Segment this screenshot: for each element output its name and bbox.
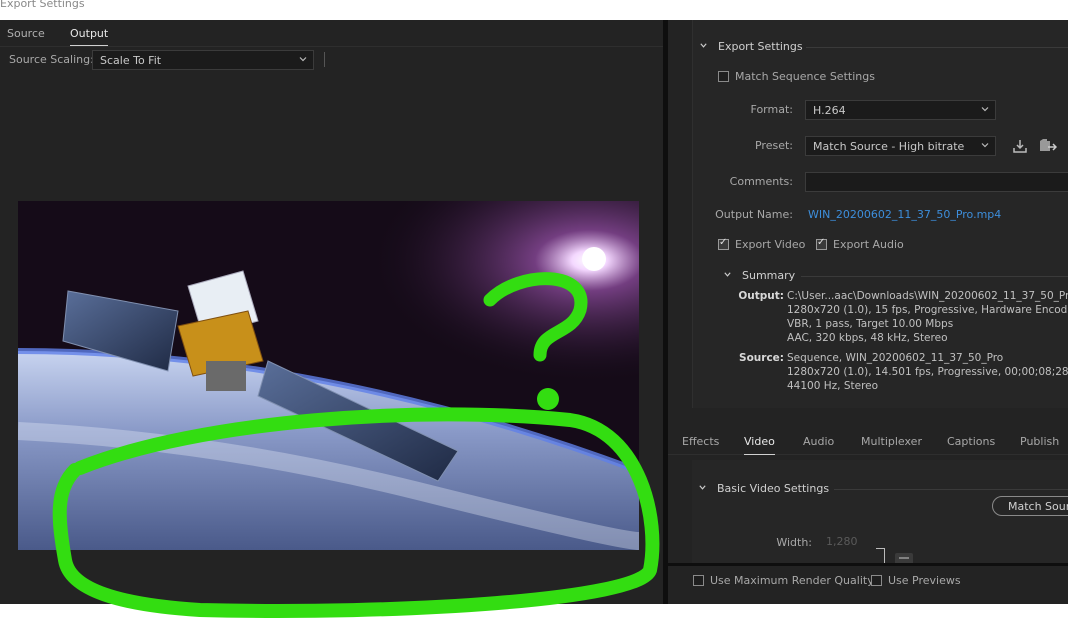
use-previews-label: Use Previews — [888, 574, 961, 587]
basic-video-header: Basic Video Settings — [717, 482, 830, 495]
summary-source-line: Sequence, WIN_20200602_11_37_50_Pro — [787, 352, 1004, 364]
summary-rule — [801, 276, 1068, 277]
tab-publish[interactable]: Publish — [1020, 435, 1059, 448]
basic-video-section: Basic Video Settings Match Sourc Width: … — [692, 460, 1068, 564]
save-preset-icon[interactable] — [1012, 138, 1028, 154]
tab-multiplexer[interactable]: Multiplexer — [861, 435, 922, 448]
format-dropdown[interactable]: H.264 — [805, 100, 996, 120]
comments-label: Comments: — [729, 175, 793, 188]
export-settings-section: Export Settings Match Sequence Settings … — [692, 20, 1068, 408]
chevron-down-icon[interactable] — [699, 41, 708, 50]
preset-label: Preset: — [754, 139, 793, 152]
format-label: Format: — [750, 103, 793, 116]
summary-source-line: 44100 Hz, Stereo — [787, 380, 879, 392]
tab-output[interactable]: Output — [70, 27, 109, 46]
preset-value: Match Source - High bitrate — [813, 140, 965, 153]
summary-output-block: C:\User...aac\Downloads\WIN_20200602_11_… — [787, 289, 1068, 345]
summary-source-line: 1280x720 (1.0), 14.501 fps, Progressive,… — [787, 366, 1068, 378]
link-icon[interactable] — [894, 552, 914, 563]
settings-tabs: Effects Video Audio Multiplexer Captions… — [668, 428, 1068, 455]
source-scaling-label: Source Scaling: — [9, 53, 94, 66]
summary-header: Summary — [742, 269, 796, 282]
title-bar: Export Settings — [0, 0, 1068, 20]
import-preset-icon[interactable] — [1039, 138, 1057, 154]
basic-video-rule — [834, 489, 1068, 490]
summary-output-line: C:\User...aac\Downloads\WIN_20200602_11_… — [787, 290, 1068, 302]
summary-output-label: Output: — [738, 290, 784, 302]
preview-tabs: Source Output — [0, 20, 663, 47]
tab-source[interactable]: Source — [7, 27, 45, 40]
window-title: Export Settings — [0, 0, 85, 10]
link-bracket — [876, 548, 885, 564]
summary-source-block: Sequence, WIN_20200602_11_37_50_Pro 1280… — [787, 351, 1068, 393]
max-render-quality-checkbox[interactable] — [693, 575, 704, 586]
comments-input[interactable] — [805, 172, 1068, 192]
chevron-down-icon[interactable] — [698, 483, 707, 492]
max-render-quality-label: Use Maximum Render Quality — [710, 574, 874, 587]
export-settings-header: Export Settings — [718, 40, 803, 53]
source-scaling-value: Scale To Fit — [100, 54, 162, 67]
chevron-down-icon — [981, 107, 989, 112]
match-sequence-label: Match Sequence Settings — [735, 70, 875, 83]
preview-panel: Source Output Source Scaling: Scale To F… — [0, 20, 663, 604]
tab-captions[interactable]: Captions — [947, 435, 995, 448]
tab-effects[interactable]: Effects — [682, 435, 719, 448]
export-video-label: Export Video — [735, 238, 806, 251]
output-name-link[interactable]: WIN_20200602_11_37_50_Pro.mp4 — [808, 208, 1001, 221]
settings-panel: Export Settings Match Sequence Settings … — [668, 20, 1068, 604]
tab-audio[interactable]: Audio — [803, 435, 834, 448]
format-value: H.264 — [813, 104, 846, 117]
preset-dropdown[interactable]: Match Source - High bitrate — [805, 136, 996, 156]
chevron-down-icon[interactable] — [723, 270, 732, 279]
chevron-down-icon — [299, 57, 307, 62]
summary-output-line: VBR, 1 pass, Target 10.00 Mbps — [787, 318, 954, 330]
export-audio-label: Export Audio — [833, 238, 904, 251]
header-rule — [806, 47, 1068, 48]
chevron-down-icon — [981, 143, 989, 148]
summary-source-label: Source: — [739, 352, 784, 364]
match-source-button[interactable]: Match Sourc — [992, 496, 1068, 516]
tab-video[interactable]: Video — [744, 435, 775, 455]
toolbar-divider — [324, 52, 325, 67]
width-value[interactable]: 1,280 — [826, 535, 858, 548]
summary-output-line: 1280x720 (1.0), 15 fps, Progressive, Har… — [787, 304, 1068, 316]
source-scaling-dropdown[interactable]: Scale To Fit — [92, 50, 314, 70]
width-label: Width: — [776, 536, 812, 549]
use-previews-checkbox[interactable] — [871, 575, 882, 586]
video-preview-image — [18, 201, 639, 550]
output-name-label: Output Name: — [715, 208, 793, 221]
export-video-checkbox[interactable] — [718, 237, 729, 250]
source-scaling-row: Source Scaling: Scale To Fit — [0, 47, 663, 72]
export-audio-checkbox[interactable] — [816, 237, 827, 250]
match-sequence-checkbox[interactable] — [718, 71, 729, 82]
summary-output-line: AAC, 320 kbps, 48 kHz, Stereo — [787, 332, 948, 344]
render-options-bar: Use Maximum Render Quality Use Previews — [668, 566, 1068, 604]
